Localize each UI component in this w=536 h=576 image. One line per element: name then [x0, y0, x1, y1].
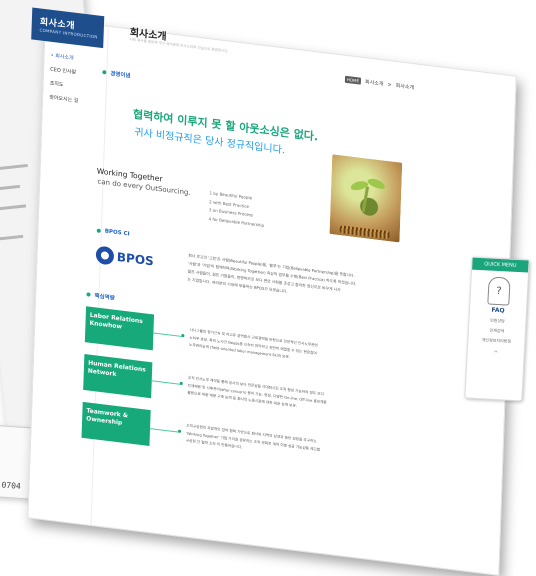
background-text-line [0, 204, 27, 211]
core-connector [151, 380, 182, 385]
core-text-labor: 나니그룹의 정기근속 및 여고유 공역회사 근로경력을 바탕으로 전문적인 인사… [189, 327, 318, 365]
section-ci-title: BPOS CI [96, 227, 130, 238]
breadcrumb-level1[interactable]: 회사소개 [365, 78, 384, 87]
breadcrumb-level2: 회사소개 [395, 82, 415, 92]
core-connector [153, 332, 184, 338]
sidebar-item-org-chart[interactable]: 조직도 [50, 80, 64, 89]
section-philosophy-label: 경영이념 [110, 71, 131, 80]
scroll-top-icon[interactable]: ^ [468, 349, 524, 359]
section-bullet-icon [102, 70, 107, 75]
bpos-logo-text: BPOS [116, 249, 154, 269]
quick-menu-title: QUICK MENU [472, 257, 529, 273]
quick-menu-link-search[interactable]: 인재검색 [469, 327, 525, 336]
bpos-logo-icon [95, 245, 115, 266]
core-connector-dot [178, 429, 182, 433]
ci-description: 회사 로고의 '그린'은 사람(Beautiful People)을, '블루'… [187, 252, 357, 305]
breadcrumb: HOME 회사소개 > 회사소개 [344, 75, 415, 92]
background-text-line [0, 163, 28, 172]
section-ci-label: BPOS CI [104, 228, 130, 238]
core-connector [150, 428, 181, 433]
section-bullet-icon [96, 228, 101, 233]
core-connector-dot [181, 333, 185, 338]
breadcrumb-separator: > [387, 81, 392, 88]
background-footer-code: 0704 [1, 480, 22, 491]
sidebar-item-directions[interactable]: 찾아오시는 길 [49, 94, 78, 105]
page-description: 저희 회사를 방문해 주신 여러분께 감사드리며 진심으로 환영합니다. [129, 37, 229, 54]
core-text-teamwork: 조직구성원의 자발적인 참여 협력 기반으로 회사와 지역의 상생과 동반 성장… [186, 423, 321, 462]
quick-menu-link-consult[interactable]: 인원상담 [469, 317, 525, 326]
section-bullet-icon [86, 292, 91, 297]
quick-menu-link-privacy[interactable]: 개인정보처리방침 [468, 337, 524, 346]
sidebar-item-ceo-greeting[interactable]: CEO 인사말 [50, 66, 76, 76]
background-text-line [0, 234, 24, 241]
breadcrumb-home[interactable]: HOME [344, 75, 362, 85]
quick-menu-faq-link[interactable]: FAQ [470, 306, 526, 316]
core-text-human-relations: 조직 인사노무 계약을 통해 당사의 보다 전문성을 극대화시킨 조직 형성 가… [187, 375, 327, 414]
faq-person-icon[interactable]: ? [487, 276, 511, 306]
background-text-line [0, 184, 21, 191]
quick-menu: QUICK MENU ? FAQ 인원상담 인재검색 개인정보처리방침 ^ [464, 256, 530, 402]
working-together-list: 1 by Beautiful People 2 with Best Practi… [208, 189, 265, 230]
sidebar-item-company-intro[interactable]: • 회사소개 [51, 52, 74, 62]
bpos-logo: BPOS [95, 245, 154, 270]
core-connector-dot [179, 381, 183, 386]
company-intro-page: 회사소개 COMPANY INTRODUCTION • 회사소개 CEO 인사말… [27, 7, 517, 576]
